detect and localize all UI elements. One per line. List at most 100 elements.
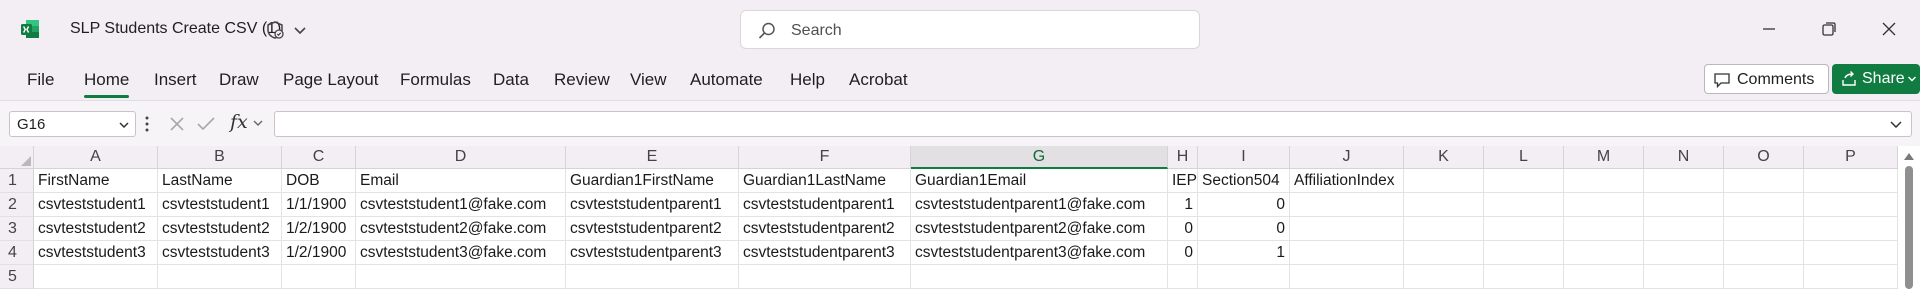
cell-c1[interactable]: DOB — [282, 169, 356, 193]
cell-c3[interactable]: 1/2/1900 — [282, 217, 356, 241]
cell-h5[interactable] — [1168, 265, 1198, 289]
cell-e3[interactable]: csvteststudentparent2 — [566, 217, 739, 241]
cell-m1[interactable] — [1564, 169, 1644, 193]
cell-h1[interactable]: IEP — [1168, 169, 1198, 193]
column-header-e[interactable]: E — [566, 146, 739, 169]
cell-n2[interactable] — [1644, 193, 1724, 217]
column-header-p[interactable]: P — [1804, 146, 1898, 169]
cell-k1[interactable] — [1404, 169, 1484, 193]
cell-b1[interactable]: LastName — [158, 169, 282, 193]
excel-logo-icon[interactable] — [20, 19, 40, 39]
cell-h4[interactable]: 0 — [1168, 241, 1198, 265]
minimize-icon[interactable] — [1754, 14, 1784, 44]
cell-j1[interactable]: AffiliationIndex — [1290, 169, 1404, 193]
cell-e4[interactable]: csvteststudentparent3 — [566, 241, 739, 265]
cell-e1[interactable]: Guardian1FirstName — [566, 169, 739, 193]
row-header[interactable]: 2 — [0, 193, 34, 217]
cell-c4[interactable]: 1/2/1900 — [282, 241, 356, 265]
cell-b4[interactable]: csvteststudent3 — [158, 241, 282, 265]
column-header-l[interactable]: L — [1484, 146, 1564, 169]
search-input[interactable] — [791, 21, 1171, 41]
cell-m2[interactable] — [1564, 193, 1644, 217]
autosave-status-icon[interactable] — [264, 19, 286, 41]
cell-l3[interactable] — [1484, 217, 1564, 241]
select-all-button[interactable] — [0, 146, 34, 169]
cell-n1[interactable] — [1644, 169, 1724, 193]
cell-e2[interactable]: csvteststudentparent1 — [566, 193, 739, 217]
cell-n4[interactable] — [1644, 241, 1724, 265]
cell-m3[interactable] — [1564, 217, 1644, 241]
row-header[interactable]: 1 — [0, 169, 34, 193]
formula-input[interactable] — [274, 111, 1912, 137]
more-options-icon[interactable] — [144, 114, 150, 134]
cell-c5[interactable] — [282, 265, 356, 289]
restore-icon[interactable] — [1814, 14, 1844, 44]
cell-o3[interactable] — [1724, 217, 1804, 241]
cell-h3[interactable]: 0 — [1168, 217, 1198, 241]
cell-h2[interactable]: 1 — [1168, 193, 1198, 217]
cell-e5[interactable] — [566, 265, 739, 289]
cell-k5[interactable] — [1404, 265, 1484, 289]
chevron-down-icon[interactable] — [292, 22, 308, 38]
search-box[interactable] — [740, 10, 1200, 49]
tab-data[interactable]: Data — [493, 70, 529, 90]
column-header-h[interactable]: H — [1168, 146, 1198, 169]
cell-g3[interactable]: csvteststudentparent2@fake.com — [911, 217, 1168, 241]
tab-automate[interactable]: Automate — [690, 70, 763, 90]
cell-p1[interactable] — [1804, 169, 1898, 193]
cell-f2[interactable]: csvteststudentparent1 — [739, 193, 911, 217]
cell-g1[interactable]: Guardian1Email — [911, 169, 1168, 193]
cell-n5[interactable] — [1644, 265, 1724, 289]
column-header-n[interactable]: N — [1644, 146, 1724, 169]
column-header-j[interactable]: J — [1290, 146, 1404, 169]
close-icon[interactable] — [1874, 14, 1904, 44]
column-header-o[interactable]: O — [1724, 146, 1804, 169]
cell-l2[interactable] — [1484, 193, 1564, 217]
cell-f1[interactable]: Guardian1LastName — [739, 169, 911, 193]
cell-c2[interactable]: 1/1/1900 — [282, 193, 356, 217]
cell-d4[interactable]: csvteststudent3@fake.com — [356, 241, 566, 265]
cell-d5[interactable] — [356, 265, 566, 289]
comments-button[interactable]: Comments — [1704, 64, 1829, 94]
cell-d3[interactable]: csvteststudent2@fake.com — [356, 217, 566, 241]
cell-g4[interactable]: csvteststudentparent3@fake.com — [911, 241, 1168, 265]
tab-formulas[interactable]: Formulas — [400, 70, 471, 90]
cell-p4[interactable] — [1804, 241, 1898, 265]
tab-page-layout[interactable]: Page Layout — [283, 70, 378, 90]
tab-help[interactable]: Help — [790, 70, 825, 90]
cell-p3[interactable] — [1804, 217, 1898, 241]
cell-d1[interactable]: Email — [356, 169, 566, 193]
cell-g2[interactable]: csvteststudentparent1@fake.com — [911, 193, 1168, 217]
cell-g5[interactable] — [911, 265, 1168, 289]
cell-k2[interactable] — [1404, 193, 1484, 217]
cell-a5[interactable] — [34, 265, 158, 289]
row-header[interactable]: 4 — [0, 241, 34, 265]
cell-l4[interactable] — [1484, 241, 1564, 265]
column-header-f[interactable]: F — [739, 146, 911, 169]
cell-a1[interactable]: FirstName — [34, 169, 158, 193]
cell-f4[interactable]: csvteststudentparent3 — [739, 241, 911, 265]
cell-l5[interactable] — [1484, 265, 1564, 289]
cell-f3[interactable]: csvteststudentparent2 — [739, 217, 911, 241]
chevron-down-icon[interactable] — [1906, 73, 1918, 85]
cell-o2[interactable] — [1724, 193, 1804, 217]
cell-m4[interactable] — [1564, 241, 1644, 265]
scroll-up-arrow-icon[interactable] — [1904, 152, 1914, 160]
checkmark-icon[interactable] — [196, 115, 216, 133]
insert-function-button[interactable]: fx — [230, 111, 248, 133]
cell-j3[interactable] — [1290, 217, 1404, 241]
cell-b2[interactable]: csvteststudent1 — [158, 193, 282, 217]
tab-insert[interactable]: Insert — [154, 70, 197, 90]
column-header-m[interactable]: M — [1564, 146, 1644, 169]
column-header-c[interactable]: C — [282, 146, 356, 169]
column-header-k[interactable]: K — [1404, 146, 1484, 169]
chevron-down-icon[interactable] — [252, 117, 264, 129]
cell-d2[interactable]: csvteststudent1@fake.com — [356, 193, 566, 217]
row-header[interactable]: 5 — [0, 265, 34, 289]
vertical-scrollbar[interactable] — [1898, 146, 1920, 289]
name-box[interactable]: G16 — [9, 111, 136, 137]
tab-view[interactable]: View — [630, 70, 667, 90]
cell-f5[interactable] — [739, 265, 911, 289]
tab-draw[interactable]: Draw — [219, 70, 259, 90]
row-header[interactable]: 3 — [0, 217, 34, 241]
